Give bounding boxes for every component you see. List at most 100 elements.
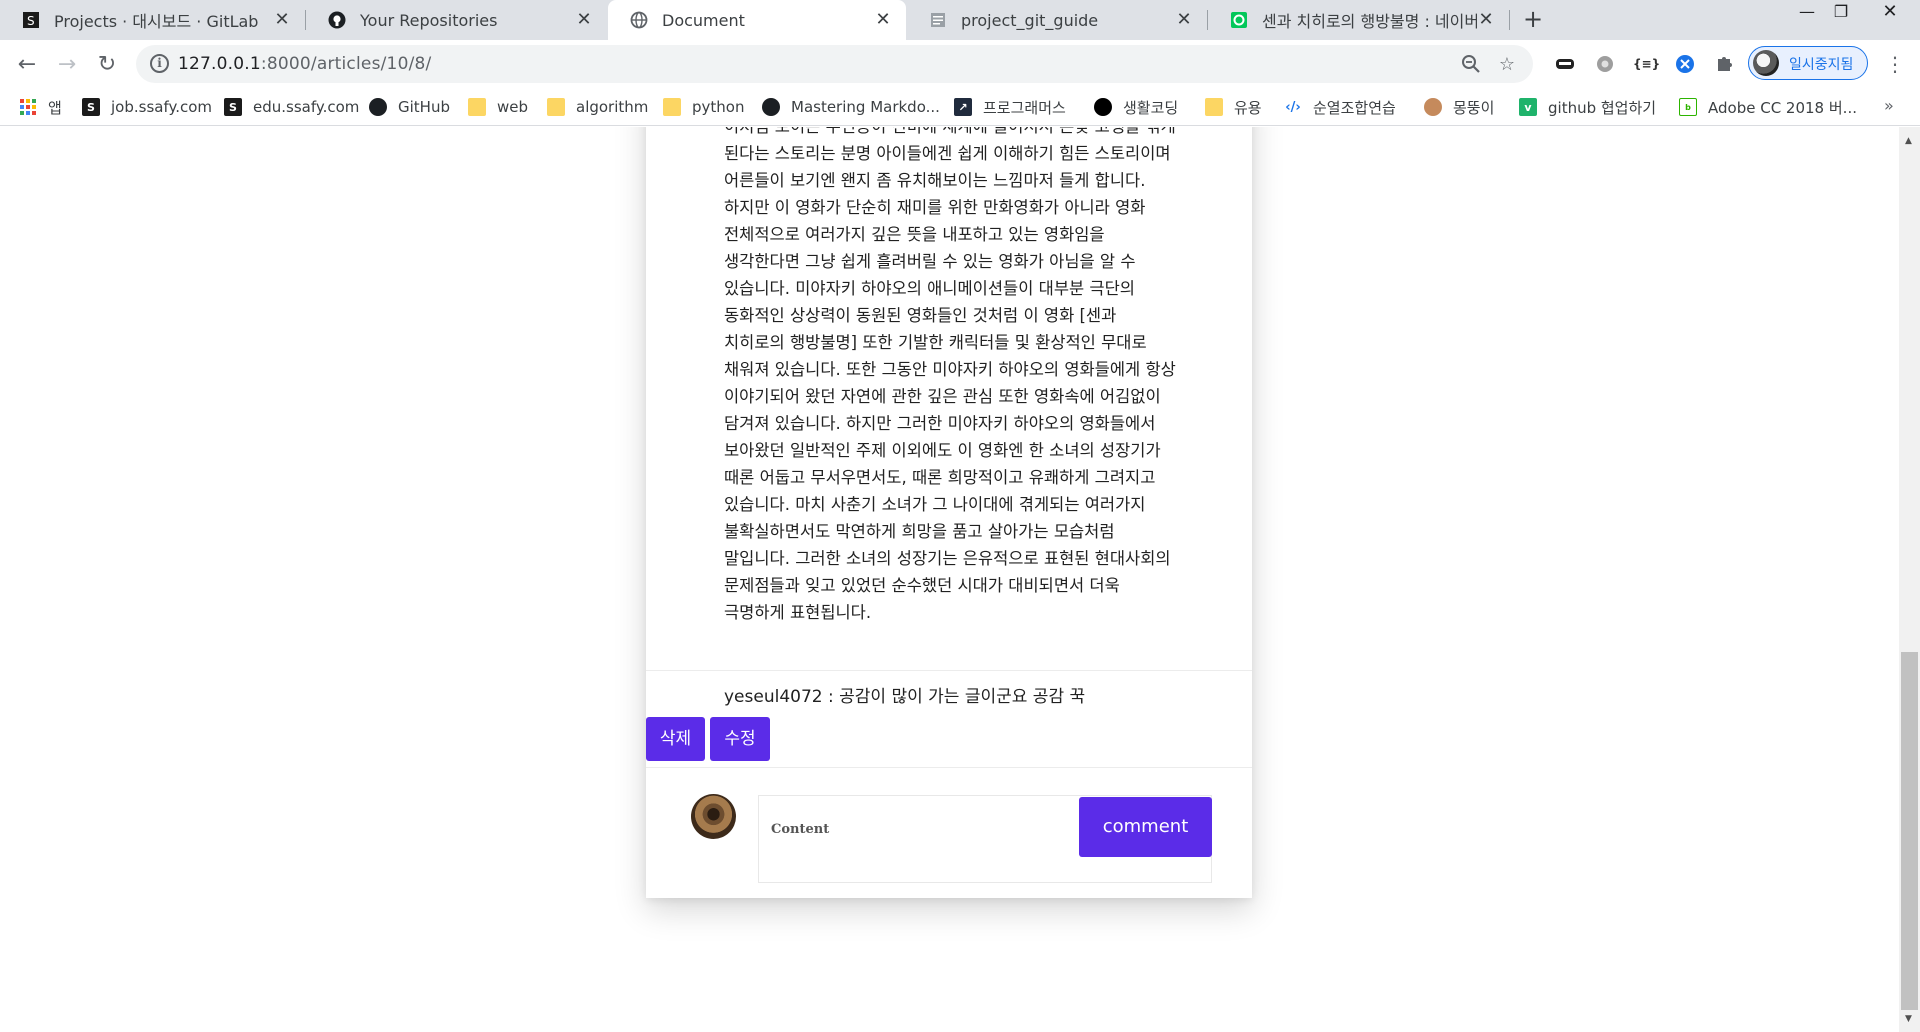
bookmark-programmers[interactable]: ↗ 프로그래머스 (954, 96, 1066, 118)
bookmark-label: edu.ssafy.com (253, 98, 360, 116)
bookmark-folder-algorithm[interactable]: algorithm (547, 96, 648, 118)
bookmark-dog[interactable]: 몽뚱이 (1424, 96, 1494, 118)
bookmark-label: 앱 (48, 98, 62, 117)
edit-button[interactable]: 수정 (710, 717, 770, 761)
scroll-up-icon[interactable]: ▲ (1905, 136, 1912, 146)
scroll-down-icon[interactable]: ▼ (1905, 1014, 1912, 1024)
page-viewport: 이처럼 보이는 주인공이 신비에 세계에 들어서서 온갖 고생을 겪게 된다는 … (0, 127, 1899, 1032)
article-body: 이처럼 보이는 주인공이 신비에 세계에 들어서서 온갖 고생을 겪게 된다는 … (724, 127, 1176, 622)
tab-title: 센과 치히로의 행방불명 : 네이버 (1262, 12, 1477, 31)
folder-icon (663, 98, 681, 116)
circle-icon (1094, 98, 1112, 116)
puzzle-extensions-icon[interactable] (1712, 52, 1736, 76)
programmers-icon: ↗ (954, 98, 972, 116)
close-icon[interactable]: ✕ (273, 11, 291, 29)
bookmark-opentutorials[interactable]: 생활코딩 (1094, 96, 1178, 118)
bookmark-folder-useful[interactable]: 유용 (1205, 96, 1262, 118)
scrollbar-thumb[interactable] (1901, 652, 1918, 1010)
ssafy-icon: S (224, 98, 242, 116)
bookmark-label: web (497, 98, 529, 116)
restore-icon[interactable]: ❐ (1818, 0, 1864, 26)
more-menu-icon[interactable]: ⋮ (1883, 52, 1907, 76)
comment-submit-button[interactable]: comment (1079, 797, 1212, 857)
bookmarks-bar: 앱 S job.ssafy.com S edu.ssafy.com GitHub… (0, 89, 1920, 126)
page-scrollbar[interactable]: ▲ ▼ (1899, 127, 1920, 1032)
bookmark-label: Adobe CC 2018 버... (1708, 98, 1857, 117)
tab-repositories[interactable]: Your Repositories ✕ (306, 0, 607, 40)
naver-icon (1230, 11, 1248, 29)
article-card: 이처럼 보이는 주인공이 신비에 세계에 들어서서 온갖 고생을 겪게 된다는 … (646, 127, 1252, 898)
url-path: :8000/articles/10/8/ (260, 54, 432, 74)
bookmark-permutation-practice[interactable]: ‹/› 순열조합연습 (1284, 96, 1396, 118)
avatar (1753, 50, 1779, 76)
tab-document[interactable]: Document ✕ (608, 0, 906, 40)
tab-strip: S Projects · 대시보드 · GitLab ✕ Your Reposi… (0, 0, 1920, 40)
svg-text:S: S (27, 14, 35, 28)
bookmark-label: job.ssafy.com (111, 98, 213, 116)
tab-title: Your Repositories (360, 10, 498, 30)
ninja-extension-icon[interactable] (1553, 52, 1577, 76)
bookmark-github-collab[interactable]: v github 협업하기 (1519, 96, 1656, 118)
tab-project-git-guide[interactable]: project_git_guide ✕ (907, 0, 1207, 40)
close-icon[interactable]: ✕ (1175, 11, 1193, 29)
bookmark-github[interactable]: GitHub (369, 96, 450, 118)
reload-icon[interactable]: ↻ (92, 50, 122, 80)
bookmark-adobe-cc[interactable]: b Adobe CC 2018 버... (1679, 96, 1857, 118)
browser-toolbar: ← → ↻ i 127.0.0.1:8000/articles/10/8/ ☆ … (0, 40, 1920, 89)
address-bar[interactable]: i 127.0.0.1:8000/articles/10/8/ ☆ (136, 45, 1533, 83)
forward-arrow-icon[interactable]: → (52, 50, 82, 80)
tab-gitlab[interactable]: S Projects · 대시보드 · GitLab ✕ (0, 0, 305, 40)
profile-label: 일시중지됨 (1789, 57, 1854, 73)
bookmark-label: python (692, 98, 745, 116)
json-extension-icon[interactable]: {≡} (1633, 52, 1660, 76)
new-tab-icon[interactable]: + (1519, 6, 1547, 34)
ssafy-icon: S (82, 98, 100, 116)
tab-naver[interactable]: 센과 치히로의 행방불명 : 네이버 ✕ (1208, 0, 1509, 40)
bookmark-job-ssafy[interactable]: S job.ssafy.com (82, 96, 212, 118)
blue-extension-icon[interactable] (1673, 52, 1697, 76)
github-icon (369, 98, 387, 116)
comment-text: 공감이 많이 가는 글이군요 공감 꾹 (839, 687, 1086, 707)
code-icon: ‹/› (1285, 99, 1301, 115)
chevron-right-icon[interactable]: » (1884, 96, 1894, 115)
delete-button[interactable]: 삭제 (646, 717, 705, 761)
profile-button[interactable]: 일시중지됨 (1748, 46, 1868, 80)
folder-icon (1205, 98, 1223, 116)
bookmark-label: Mastering Markdo... (791, 98, 940, 116)
ssafy-icon: S (22, 11, 40, 29)
bookmark-edu-ssafy[interactable]: S edu.ssafy.com (224, 96, 359, 118)
bookmark-label: github 협업하기 (1548, 98, 1657, 117)
bookmark-label: 몽뚱이 (1453, 98, 1495, 117)
divider (646, 670, 1252, 671)
zoom-icon[interactable] (1460, 54, 1482, 76)
bookmark-mastering-markdown[interactable]: Mastering Markdo... (762, 96, 940, 118)
back-arrow-icon[interactable]: ← (12, 50, 42, 80)
comment-item: yeseul4072 : 공감이 많이 가는 글이군요 공감 꾹 (724, 682, 1085, 707)
star-icon[interactable]: ☆ (1496, 54, 1518, 76)
tab-title: Document (662, 10, 745, 30)
apps-grid-icon (19, 98, 37, 116)
bookmark-folder-python[interactable]: python (663, 96, 744, 118)
bookmark-label: GitHub (398, 98, 450, 116)
window-close-icon[interactable]: ✕ (1860, 0, 1920, 26)
tab-title: project_git_guide (961, 10, 1099, 30)
close-icon[interactable]: ✕ (1477, 11, 1495, 29)
bookmark-folder-web[interactable]: web (468, 96, 528, 118)
bookmark-label: 생활코딩 (1123, 98, 1179, 117)
bookmark-label: 순열조합연습 (1313, 98, 1396, 117)
bookmark-label: 유용 (1234, 98, 1262, 117)
url-host: 127.0.0.1 (178, 54, 261, 74)
dog-icon (1424, 98, 1442, 116)
folder-icon (468, 98, 486, 116)
avatar (691, 794, 736, 839)
bookmark-apps[interactable]: 앱 (19, 96, 62, 118)
site-info-icon[interactable]: i (150, 54, 169, 73)
gear-extension-icon[interactable] (1593, 52, 1617, 76)
github-icon (762, 98, 780, 116)
close-icon[interactable]: ✕ (874, 11, 892, 29)
bookmark-label: 프로그래머스 (983, 98, 1066, 117)
close-icon[interactable]: ✕ (575, 11, 593, 29)
folder-icon (547, 98, 565, 116)
v-icon: v (1519, 98, 1537, 116)
address-url[interactable]: 127.0.0.1:8000/articles/10/8/ (178, 54, 431, 74)
